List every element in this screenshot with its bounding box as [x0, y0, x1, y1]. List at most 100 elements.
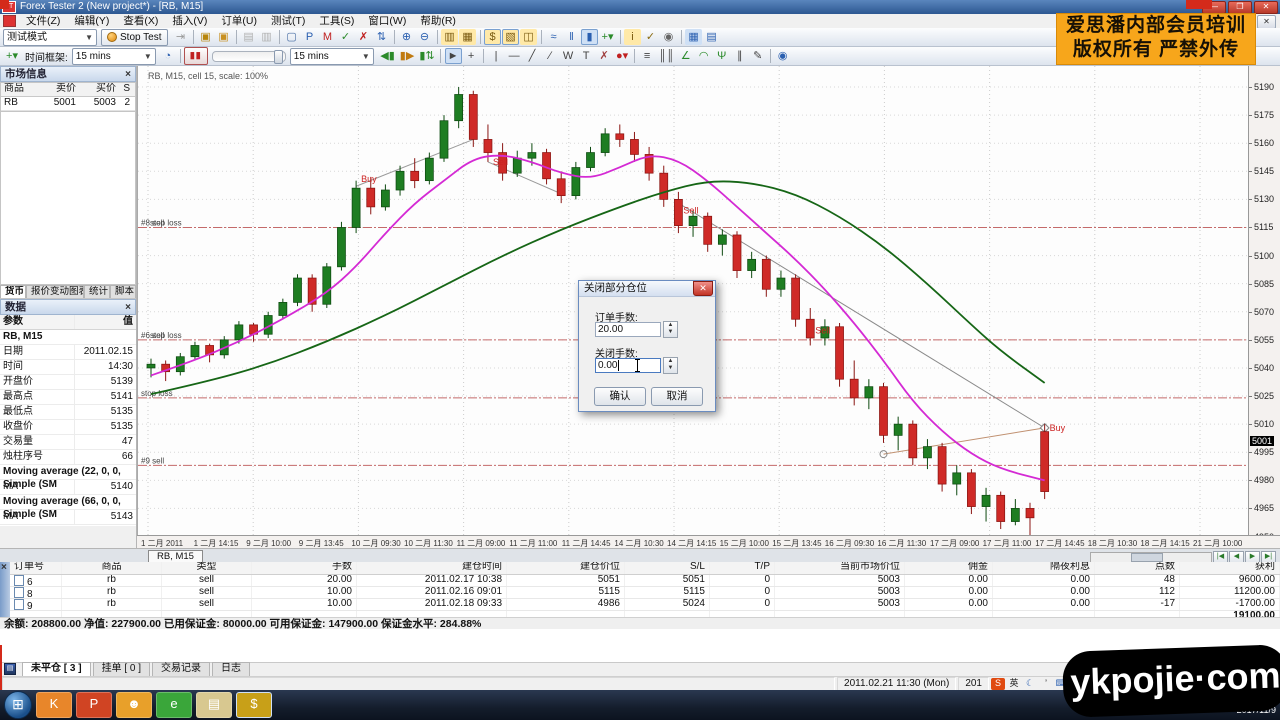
ray-icon[interactable]: ∕ — [542, 48, 559, 64]
order-row[interactable]: 6rbsell20.002011.02.17 10:38505150510500… — [10, 575, 1280, 587]
channel-icon[interactable]: ∥ — [731, 48, 748, 64]
layout-icon[interactable]: ▦ — [685, 29, 702, 45]
step-bar-icon[interactable]: ▮⇅ — [417, 48, 436, 64]
add-indicator-icon[interactable]: +▾ — [599, 29, 616, 45]
account-window-icon[interactable]: $ — [484, 29, 501, 45]
period-select[interactable]: 15 mins▼ — [290, 48, 374, 65]
info-icon[interactable]: i — [624, 29, 641, 45]
orders-col-11[interactable]: 点数 — [1095, 562, 1180, 574]
sidebar-tab-报价变动图表[interactable]: 报价变动图表 — [26, 285, 84, 298]
orders-col-3[interactable]: 手数 — [252, 562, 357, 574]
fibo-timezones-icon[interactable]: ║║ — [657, 48, 677, 64]
sidebar-tab-统计[interactable]: 统计 — [84, 285, 110, 298]
bar-chart-icon[interactable]: ‖ — [563, 29, 580, 45]
trendline-icon[interactable]: ╱ — [524, 48, 541, 64]
strategy-check-icon[interactable]: ✓ — [642, 29, 659, 45]
menu-X[interactable]: 查看(X) — [116, 15, 165, 27]
orders-col-7[interactable]: T/P — [710, 562, 775, 574]
orders-col-1[interactable]: 商品 — [62, 562, 162, 574]
scrollbar-thumb[interactable] — [1131, 553, 1163, 562]
text-icon[interactable]: T — [578, 48, 595, 64]
order-row[interactable]: 8rbsell10.002011.02.16 09:01511551150500… — [10, 587, 1280, 599]
bottom-tab-1[interactable]: 挂单 [ 0 ] — [93, 662, 150, 676]
fibo-arc-icon[interactable]: ◠ — [695, 48, 712, 64]
punct-icon[interactable]: ’ — [1039, 678, 1053, 690]
prev-bar-icon[interactable]: ◀▮ — [378, 48, 397, 64]
start-button[interactable]: ⊞ — [4, 691, 32, 719]
time-axis[interactable]: 1 二月 20111 二月 14:159 二月 10:009 二月 13:451… — [137, 535, 1280, 549]
paint-mode-icon[interactable]: ◉ — [774, 48, 791, 64]
bottom-tab-2[interactable]: 交易记录 — [152, 662, 210, 676]
stop-test-button[interactable]: Stop Test — [101, 29, 168, 46]
wave-icon[interactable]: W — [560, 48, 577, 64]
copy-icon[interactable]: ▣ — [197, 29, 214, 45]
fibo-retracement-icon[interactable]: ≡ — [639, 48, 656, 64]
taskbar-app-explorer[interactable]: ▤ — [196, 692, 232, 718]
fibo-fan-icon[interactable]: ∠ — [677, 48, 694, 64]
data-panel-close-icon[interactable]: × — [125, 301, 131, 314]
menu-U[interactable]: 订单(U) — [214, 15, 264, 27]
orders-col-5[interactable]: 建仓价位 — [507, 562, 625, 574]
new-chart-icon[interactable]: +▾ — [4, 48, 21, 64]
new-note-icon[interactable]: ▢ — [283, 29, 300, 45]
crosshair-icon[interactable]: + — [463, 48, 480, 64]
auto-scroll-icon[interactable]: ⇥ — [172, 29, 189, 45]
confirm-button[interactable]: 确认 — [594, 387, 646, 406]
cancel-button[interactable]: 取消 — [651, 387, 703, 406]
order-row[interactable]: 9rbsell10.002011.02.18 09:33498650240500… — [10, 599, 1280, 611]
sync-chart-icon[interactable]: ▥ — [441, 29, 458, 45]
discard-icon[interactable]: ✗ — [355, 29, 372, 45]
close-button[interactable]: ✕ — [1254, 1, 1278, 14]
sidebar-tab-脚本[interactable]: 脚本 — [110, 285, 136, 298]
lang-mode-icon[interactable]: 英 — [1007, 678, 1021, 690]
pitchfork-icon[interactable]: Ψ — [713, 48, 730, 64]
zoom-in-icon[interactable]: ⊕ — [398, 29, 415, 45]
bottom-tab-3[interactable]: 日志 — [212, 662, 250, 676]
orders-col-0[interactable]: 订单号 — [10, 562, 62, 574]
close-lots-spinner[interactable]: ▲▼ — [663, 357, 678, 374]
moon-icon[interactable]: ☾ — [1023, 678, 1037, 690]
taskbar-app-forextester[interactable]: $ — [236, 692, 272, 718]
menu-S[interactable]: 工具(S) — [312, 15, 361, 27]
sidebar-tab-货币[interactable]: 货币 — [0, 285, 26, 298]
market-info-close-icon[interactable]: × — [125, 68, 131, 81]
order-lots-input[interactable]: 20.00 — [595, 322, 661, 337]
sync-all-charts-icon[interactable]: ▦ — [459, 29, 476, 45]
close-lots-input[interactable]: 0.00 — [595, 358, 661, 373]
mdi-close-button[interactable]: ✕ — [1257, 15, 1276, 29]
dialog-close-icon[interactable]: ✕ — [693, 281, 713, 296]
orders-col-6[interactable]: S/L — [625, 562, 710, 574]
next-bar-icon[interactable]: ▮▶ — [398, 48, 417, 64]
taskbar-app-browser[interactable]: e — [156, 692, 192, 718]
orders-col-10[interactable]: 隔夜利息 — [993, 562, 1095, 574]
dialog-title-bar[interactable]: 关闭部分仓位 ✕ — [579, 281, 715, 297]
cursor-icon[interactable]: ► — [445, 48, 462, 64]
speed-slider-thumb[interactable] — [274, 50, 283, 64]
pause-button[interactable]: ▮▮ — [184, 47, 208, 65]
copy-disabled-icon[interactable]: ▤ — [240, 29, 257, 45]
tile-windows-icon[interactable]: ◫ — [520, 29, 537, 45]
orders-col-9[interactable]: 佣金 — [905, 562, 993, 574]
screenshot-icon[interactable]: ◉ — [660, 29, 677, 45]
delete-object-icon[interactable]: ✗ — [596, 48, 613, 64]
orders-col-4[interactable]: 建仓时间 — [357, 562, 507, 574]
timeframe-select[interactable]: 15 mins▼ — [72, 48, 156, 65]
bottom-tab-0[interactable]: 未平仓 [ 3 ] — [22, 662, 91, 676]
price-axis[interactable]: 5190517551605145513051155100508550705055… — [1248, 66, 1280, 548]
order-lots-spinner[interactable]: ▲▼ — [663, 321, 678, 338]
hline-icon[interactable]: — — [506, 48, 523, 64]
test-mode-select[interactable]: 测试模式▼ — [3, 29, 97, 46]
market-row[interactable]: RB500150032 — [1, 97, 135, 111]
taskbar-app-k[interactable]: K — [36, 692, 72, 718]
taskbar-app-powerpoint[interactable]: P — [76, 692, 112, 718]
project-properties-icon[interactable]: P — [301, 29, 318, 45]
menu-R[interactable]: 帮助(R) — [413, 15, 463, 27]
zoom-out-icon[interactable]: ⊖ — [416, 29, 433, 45]
paste-icon[interactable]: ▣ — [215, 29, 232, 45]
menu-Y[interactable]: 编辑(Y) — [67, 15, 116, 27]
paste-disabled-icon[interactable]: ▥ — [258, 29, 275, 45]
journal-window-icon[interactable]: ▧ — [502, 29, 519, 45]
candle-chart-icon[interactable]: ▮ — [581, 29, 598, 45]
line-chart-icon[interactable]: ≈ — [545, 29, 562, 45]
sogou-icon[interactable]: S — [991, 678, 1005, 690]
